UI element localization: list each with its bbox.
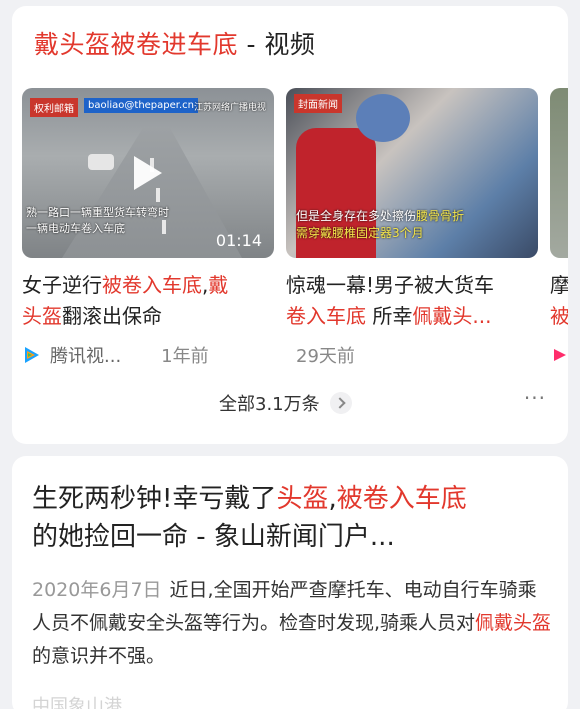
title-highlight: 戴 [208, 273, 229, 297]
article-title[interactable]: 生死两秒钟!幸亏戴了头盔,被卷入车底的她捡回一命 - 象山新闻门户... [32, 480, 552, 556]
caption-yellow: 需穿戴腰椎固定器3个月 [296, 226, 424, 240]
title-text: 翻滚出保命 [62, 304, 162, 328]
video-thumbnail[interactable] [550, 88, 568, 258]
title-highlight: 被卷入车底 [336, 484, 467, 514]
view-all-label: 全部3.1万条 [219, 394, 320, 415]
article-result-card[interactable]: 生死两秒钟!幸亏戴了头盔,被卷入车底的她捡回一命 - 象山新闻门户... 202… [12, 456, 568, 709]
thumb-tag-email: baoliao@thepaper.cn [84, 98, 198, 113]
title-text: 摩 [550, 273, 568, 297]
video-thumbnail[interactable]: 权利邮箱 baoliao@thepaper.cn 江苏网络广播电视 熟一路口一辆… [22, 88, 274, 258]
video-item-1[interactable]: 权利邮箱 baoliao@thepaper.cn 江苏网络广播电视 熟一路口一辆… [22, 88, 274, 370]
article-snippet: 2020年6月7日 近日,全国开始严查摩托车、电动自行车骑乘人员不佩戴安全头盔等行… [32, 574, 554, 673]
lane-mark [162, 220, 166, 234]
tencent-video-icon [25, 347, 39, 363]
title-text: , [328, 484, 337, 514]
title-suffix: - 视频 [238, 30, 316, 59]
video-time: 1年前 [161, 346, 209, 367]
more-row: 全部3.1万条 ··· [12, 386, 568, 420]
lane-mark [156, 188, 160, 202]
title-text: 所幸 [366, 304, 413, 328]
chevron-right-icon [329, 392, 352, 414]
video-item-3[interactable]: 摩被 [550, 88, 568, 370]
youku-icon [554, 349, 566, 361]
thumb-caption: 但是全身存在多处擦伤腰骨骨折 需穿戴腰椎固定器3个月 [296, 208, 464, 242]
caption-yellow: 腰骨骨折 [416, 209, 465, 223]
video-title[interactable]: 惊魂一幕!男子被大货车 卷入车底 所幸佩戴头... [286, 270, 538, 332]
thumb-tag: 封面新闻 [294, 94, 342, 113]
video-title[interactable]: 女子逆行被卷入车底,戴 头盔翻滚出保命 [22, 270, 274, 332]
video-meta [550, 340, 568, 370]
play-icon[interactable] [134, 156, 162, 190]
video-duration: 01:14 [215, 231, 262, 250]
person-image [356, 94, 410, 142]
more-options-icon[interactable]: ··· [524, 386, 546, 410]
video-card-title[interactable]: 戴头盔被卷进车底 - 视频 [34, 26, 315, 64]
thumb-caption: 熟一路口一辆重型货车转弯时 [26, 206, 169, 219]
car-image [88, 154, 114, 170]
snippet-text: 的意识并不强。 [32, 645, 166, 667]
video-results-card: 戴头盔被卷进车底 - 视频 权利邮箱 baoliao@thepaper.cn 江… [12, 6, 568, 444]
video-meta: 腾讯视... 1年前 [22, 340, 274, 370]
article-date: 2020年6月7日 [32, 579, 162, 601]
video-item-2[interactable]: 封面新闻 但是全身存在多处擦伤腰骨骨折 需穿戴腰椎固定器3个月 惊魂一幕!男子被… [286, 88, 538, 370]
title-highlight: 被 [550, 304, 568, 328]
title-highlight: 头盔 [276, 484, 329, 514]
caption-white: 但是全身存在多处擦伤 [296, 209, 417, 223]
title-highlight: 佩戴头... [412, 304, 492, 328]
video-thumbnail[interactable]: 封面新闻 但是全身存在多处擦伤腰骨骨折 需穿戴腰椎固定器3个月 [286, 88, 538, 258]
video-source: 腾讯视... [50, 346, 122, 367]
title-highlight: 被卷入车底 [102, 273, 202, 297]
title-highlight: 卷入车底 [286, 304, 366, 328]
title-text: 女子逆行 [22, 273, 102, 297]
article-source: 中国象山港 [32, 696, 122, 709]
title-highlight: 戴头盔被卷进车底 [34, 30, 239, 59]
title-text: 生死两秒钟!幸亏戴了 [32, 484, 277, 514]
title-text: 的她捡回一命 - 象山新闻门户... [32, 522, 395, 552]
video-title[interactable]: 摩被 [550, 270, 568, 332]
title-text: 惊魂一幕!男子被大货车 [286, 273, 495, 297]
view-all-button[interactable]: 全部3.1万条 [219, 390, 352, 416]
thumb-caption: 一辆电动车卷入车底 [26, 222, 125, 235]
snippet-highlight: 佩戴头盔 [475, 612, 552, 634]
thumb-channel: 江苏网络广播电视 [193, 103, 266, 113]
video-meta: 29天前 [286, 340, 538, 370]
video-time: 29天前 [296, 346, 355, 367]
thumb-tag: 权利邮箱 [30, 98, 78, 117]
title-highlight: 头盔 [22, 304, 62, 328]
